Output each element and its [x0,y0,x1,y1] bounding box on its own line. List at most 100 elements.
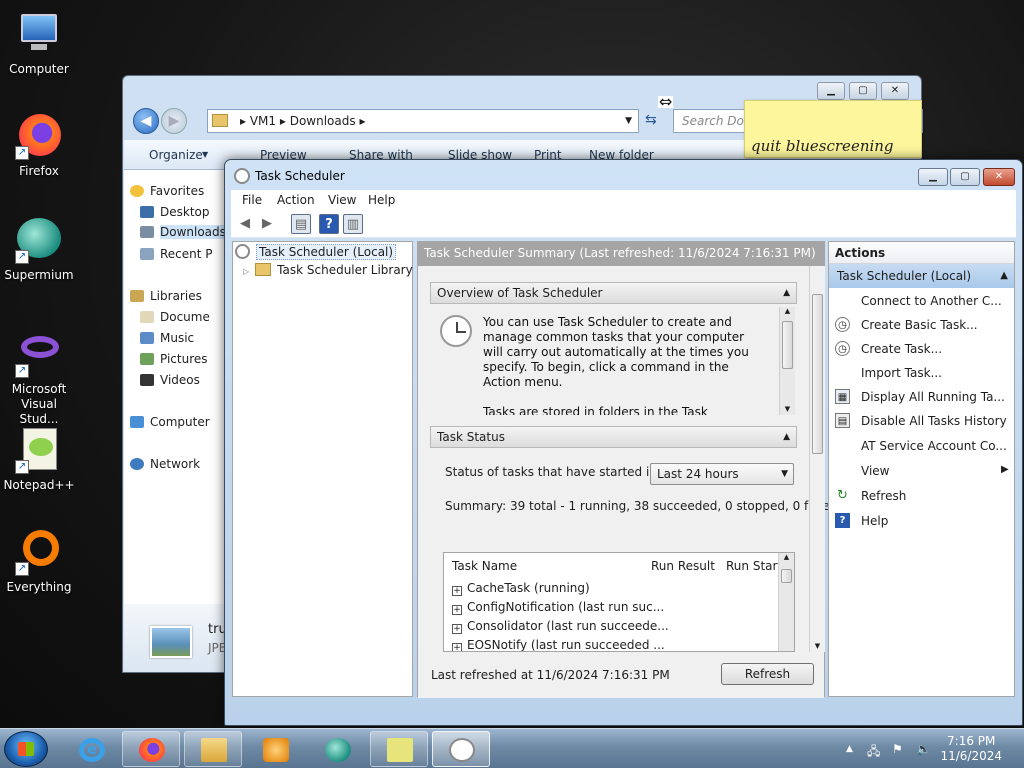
start-button[interactable] [4,731,48,767]
action-help[interactable]: ? Help [835,513,888,528]
show-hide-action-pane-icon[interactable]: ▥ [343,214,363,234]
action-import-task[interactable]: Import Task... [861,366,942,380]
taskbar-media-player[interactable] [246,731,304,767]
scrollbar-thumb[interactable] [782,321,793,369]
menu-action[interactable]: Action [277,193,315,207]
volume-muted-icon[interactable]: 🔈 [916,742,931,756]
tree-node-task-scheduler-library[interactable]: ▷ Task Scheduler Library [243,263,413,277]
back-button[interactable]: ◀ [133,108,159,134]
address-bar[interactable]: ▸ VM1 ▸ Downloads ▸ ▼ [207,109,639,133]
nav-libraries[interactable]: Libraries [130,289,202,303]
collapse-chevron-icon[interactable]: ▲ [783,283,790,303]
nav-documents[interactable]: Docume [140,310,210,324]
taskbar-internet-explorer[interactable]: e [62,731,120,767]
taskbar-supermium[interactable] [308,731,366,767]
nav-pictures[interactable]: Pictures [140,352,208,366]
show-hidden-icons-button[interactable]: ▲ [846,744,853,754]
taskbar-task-scheduler[interactable] [432,731,490,767]
task-scheduler-window[interactable]: Task Scheduler ▁ ▢ ✕ File Action View He… [224,159,1023,726]
desktop-icon-everything[interactable]: ↗ Everything [0,528,78,595]
network-tray-icon[interactable]: 🖧 [867,742,880,763]
nav-videos[interactable]: Videos [140,373,200,387]
dropdown-arrow-icon[interactable]: ▼ [625,110,632,132]
action-at-service-account[interactable]: AT Service Account Co... [861,439,1007,453]
task-status-section-header[interactable]: Task Status ▲ [430,426,797,448]
sticky-note-text[interactable]: quit bluescreening [751,137,894,155]
breadcrumb-item-downloads[interactable]: Downloads [290,114,356,128]
star-icon [130,185,144,197]
sticky-note[interactable]: quit bluescreening [744,100,922,158]
menu-file[interactable]: File [242,193,262,207]
table-row[interactable]: + Consolidator (last run succeede... [452,619,669,634]
nav-network[interactable]: Network [130,457,200,471]
action-disable-tasks-history[interactable]: ▤ Disable All Tasks History [835,413,1007,428]
desktop-icon-visual-studio[interactable]: ↗ Microsoft Visual Stud... [0,330,78,427]
table-row[interactable]: + CacheTask (running) [452,581,590,596]
nav-downloads[interactable]: Downloads [140,225,232,239]
forward-arrow-icon[interactable]: ▶ [257,214,277,234]
action-create-basic-task[interactable]: ◷ Create Basic Task... [835,317,978,332]
action-center-flag-icon[interactable]: ⚑ [892,742,903,756]
show-hide-console-tree-icon[interactable]: ▤ [291,214,311,234]
menu-view[interactable]: View [328,193,356,207]
forward-button[interactable]: ▶ [161,108,187,134]
expand-plus-icon[interactable]: + [452,586,462,596]
action-view[interactable]: View ▶ [861,464,1009,478]
maximize-button[interactable]: ▢ [849,82,877,100]
table-row[interactable]: + ConfigNotification (last run suc... [452,600,664,615]
nav-computer[interactable]: Computer [130,415,210,429]
nav-desktop[interactable]: Desktop [140,205,210,219]
tree-node-task-scheduler-local[interactable]: Task Scheduler (Local) [235,244,397,260]
scrollbar-thumb[interactable] [812,294,823,454]
system-clock[interactable]: 7:16 PM 11/6/2024 [940,734,1002,764]
taskbar-explorer[interactable] [184,731,242,767]
nav-music[interactable]: Music [140,331,194,345]
taskbar-firefox[interactable] [122,731,180,767]
nav-favorites[interactable]: Favorites [130,184,204,198]
nav-recent[interactable]: Recent P [140,247,213,261]
table-row[interactable]: + EOSNotify (last run succeeded ... [452,638,665,651]
table-scrollbar[interactable]: ▲ [778,553,794,651]
actions-section-task-scheduler-local[interactable]: Task Scheduler (Local) ▲ [829,264,1014,288]
desktop-icon-computer[interactable]: Computer [0,10,78,77]
minimize-button[interactable]: ▁ [817,82,845,100]
action-display-running-tasks[interactable]: ▦ Display All Running Ta... [835,389,1005,404]
expand-arrow-icon[interactable]: ▷ [243,267,249,276]
scroll-down-icon[interactable]: ▼ [780,405,795,413]
everything-icon: ↗ [15,528,63,576]
close-button[interactable]: ✕ [881,82,909,100]
organize-button[interactable]: Organize [149,148,203,162]
close-button[interactable]: ✕ [983,168,1015,186]
status-period-select[interactable]: Last 24 hours ▼ [650,463,794,485]
column-header-task-name[interactable]: Task Name [452,559,517,573]
refresh-button[interactable]: Refresh [721,663,814,685]
scrollbar-thumb[interactable] [781,569,792,583]
column-header-run-start[interactable]: Run Start [726,559,782,573]
desktop-icon-supermium[interactable]: ↗ Supermium [0,216,78,283]
desktop-icon-notepadpp[interactable]: ↗ Notepad++ [0,426,78,493]
scroll-up-icon[interactable]: ▲ [779,553,794,561]
expand-plus-icon[interactable]: + [452,643,462,651]
back-arrow-icon[interactable]: ◀ [235,214,255,234]
expand-plus-icon[interactable]: + [452,605,462,615]
refresh-icon[interactable]: ⇆ [645,112,657,128]
maximize-button[interactable]: ▢ [950,168,980,186]
expand-plus-icon[interactable]: + [452,624,462,634]
help-icon[interactable]: ? [319,214,339,234]
desktop-icon-firefox[interactable]: ↗ Firefox [0,112,78,179]
collapse-chevron-icon[interactable]: ▲ [1000,264,1008,288]
overview-scrollbar[interactable]: ▲ ▼ [779,307,795,415]
breadcrumb-item-vm1[interactable]: VM1 [250,114,276,128]
scroll-down-icon[interactable]: ▼ [810,642,825,650]
collapse-chevron-icon[interactable]: ▲ [783,427,790,447]
action-connect-another-computer[interactable]: Connect to Another C... [861,294,1002,308]
overview-section-header[interactable]: Overview of Task Scheduler ▲ [430,282,797,304]
column-header-run-result[interactable]: Run Result [651,559,715,573]
taskbar-sticky-notes[interactable] [370,731,428,767]
menu-help[interactable]: Help [368,193,395,207]
scroll-up-icon[interactable]: ▲ [780,307,795,315]
summary-scrollbar[interactable]: ▼ [809,266,825,652]
minimize-button[interactable]: ▁ [918,168,948,186]
action-create-task[interactable]: ◷ Create Task... [835,341,942,356]
action-refresh[interactable]: ↻ Refresh [837,488,906,503]
